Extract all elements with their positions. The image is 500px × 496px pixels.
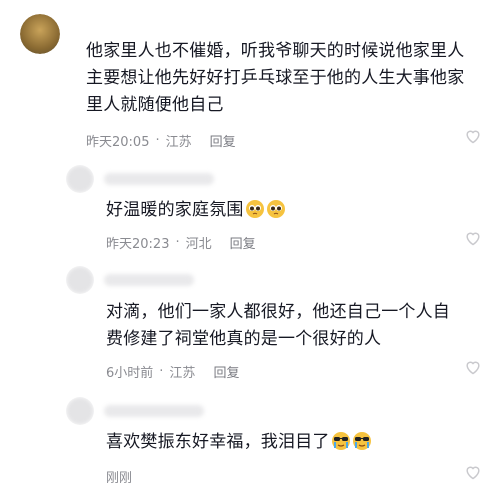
comment-line: 他家里人也不催婚，听我爷聊天的时候说他家里人 [86,41,465,61]
comment-location: 江苏 [169,366,196,381]
comment-line: 里人就随便他自己 [86,95,224,115]
crying-sunglasses-emoji [331,432,350,450]
meta-separator: · [175,235,180,250]
avatar[interactable] [66,397,94,425]
comment-line: 喜欢樊振东好幸福，我泪目了 [106,432,330,452]
comment-time: 昨天20:05 [86,135,150,150]
comment-line: 好温暖的家庭氛围 [106,200,244,220]
comment-meta: 昨天20:23 · 河北 回复 [106,233,256,252]
heart-outline-icon[interactable] [464,128,482,144]
meta-separator: · [155,133,160,148]
heart-outline-icon[interactable] [464,359,482,375]
comment-text: 好温暖的家庭氛围 [106,197,466,224]
comment-item: 好温暖的家庭氛围 昨天20:23 · 河北 回复 [0,160,500,260]
comment-location: 河北 [185,237,212,252]
comment-line: 对滴，他们一家人都很好，他还自己一个人自 [106,302,450,322]
comment-text: 对滴，他们一家人都很好，他还自己一个人自 费修建了祠堂他真的是一个很好的人 [106,299,476,353]
pleading-face-emoji [266,200,285,218]
nickname-blurred [104,274,194,286]
avatar[interactable] [20,14,60,54]
reply-button[interactable]: 回复 [230,233,256,252]
comment-item: 他家里人也不催婚，听我爷聊天的时候说他家里人 主要想让他先好好打乒乓球至于他的人… [0,0,500,160]
comment-item: 对滴，他们一家人都很好，他还自己一个人自 费修建了祠堂他真的是一个很好的人 6小… [0,262,500,392]
nickname-blurred [104,173,214,185]
avatar[interactable] [66,266,94,294]
meta-separator: · [159,364,164,379]
comment-text: 他家里人也不催婚，听我爷聊天的时候说他家里人 主要想让他先好好打乒乓球至于他的人… [86,38,486,119]
reply-button[interactable]: 回复 [213,362,239,381]
heart-outline-icon[interactable] [464,464,482,480]
comment-text: 喜欢樊振东好幸福，我泪目了 [106,429,476,456]
avatar[interactable] [66,165,94,193]
nickname-blurred [104,405,204,417]
comment-time: 昨天20:23 [106,237,170,252]
comment-time: 6小时前 [106,366,154,381]
crying-sunglasses-emoji [352,432,371,450]
reply-button[interactable]: 回复 [210,131,236,150]
comment-item: 喜欢樊振东好幸福，我泪目了 刚刚 [0,394,500,496]
comment-meta: 昨天20:05 · 江苏 回复 [86,131,236,150]
heart-outline-icon[interactable] [464,230,482,246]
comment-meta: 刚刚 [106,467,132,486]
comment-location: 江苏 [165,135,192,150]
comment-line: 费修建了祠堂他真的是一个很好的人 [106,329,382,349]
comment-time: 刚刚 [106,471,133,486]
comment-line: 主要想让他先好好打乒乓球至于他的人生大事他家 [86,68,465,88]
pleading-face-emoji [245,200,264,218]
comment-meta: 6小时前 · 江苏 回复 [106,362,239,381]
